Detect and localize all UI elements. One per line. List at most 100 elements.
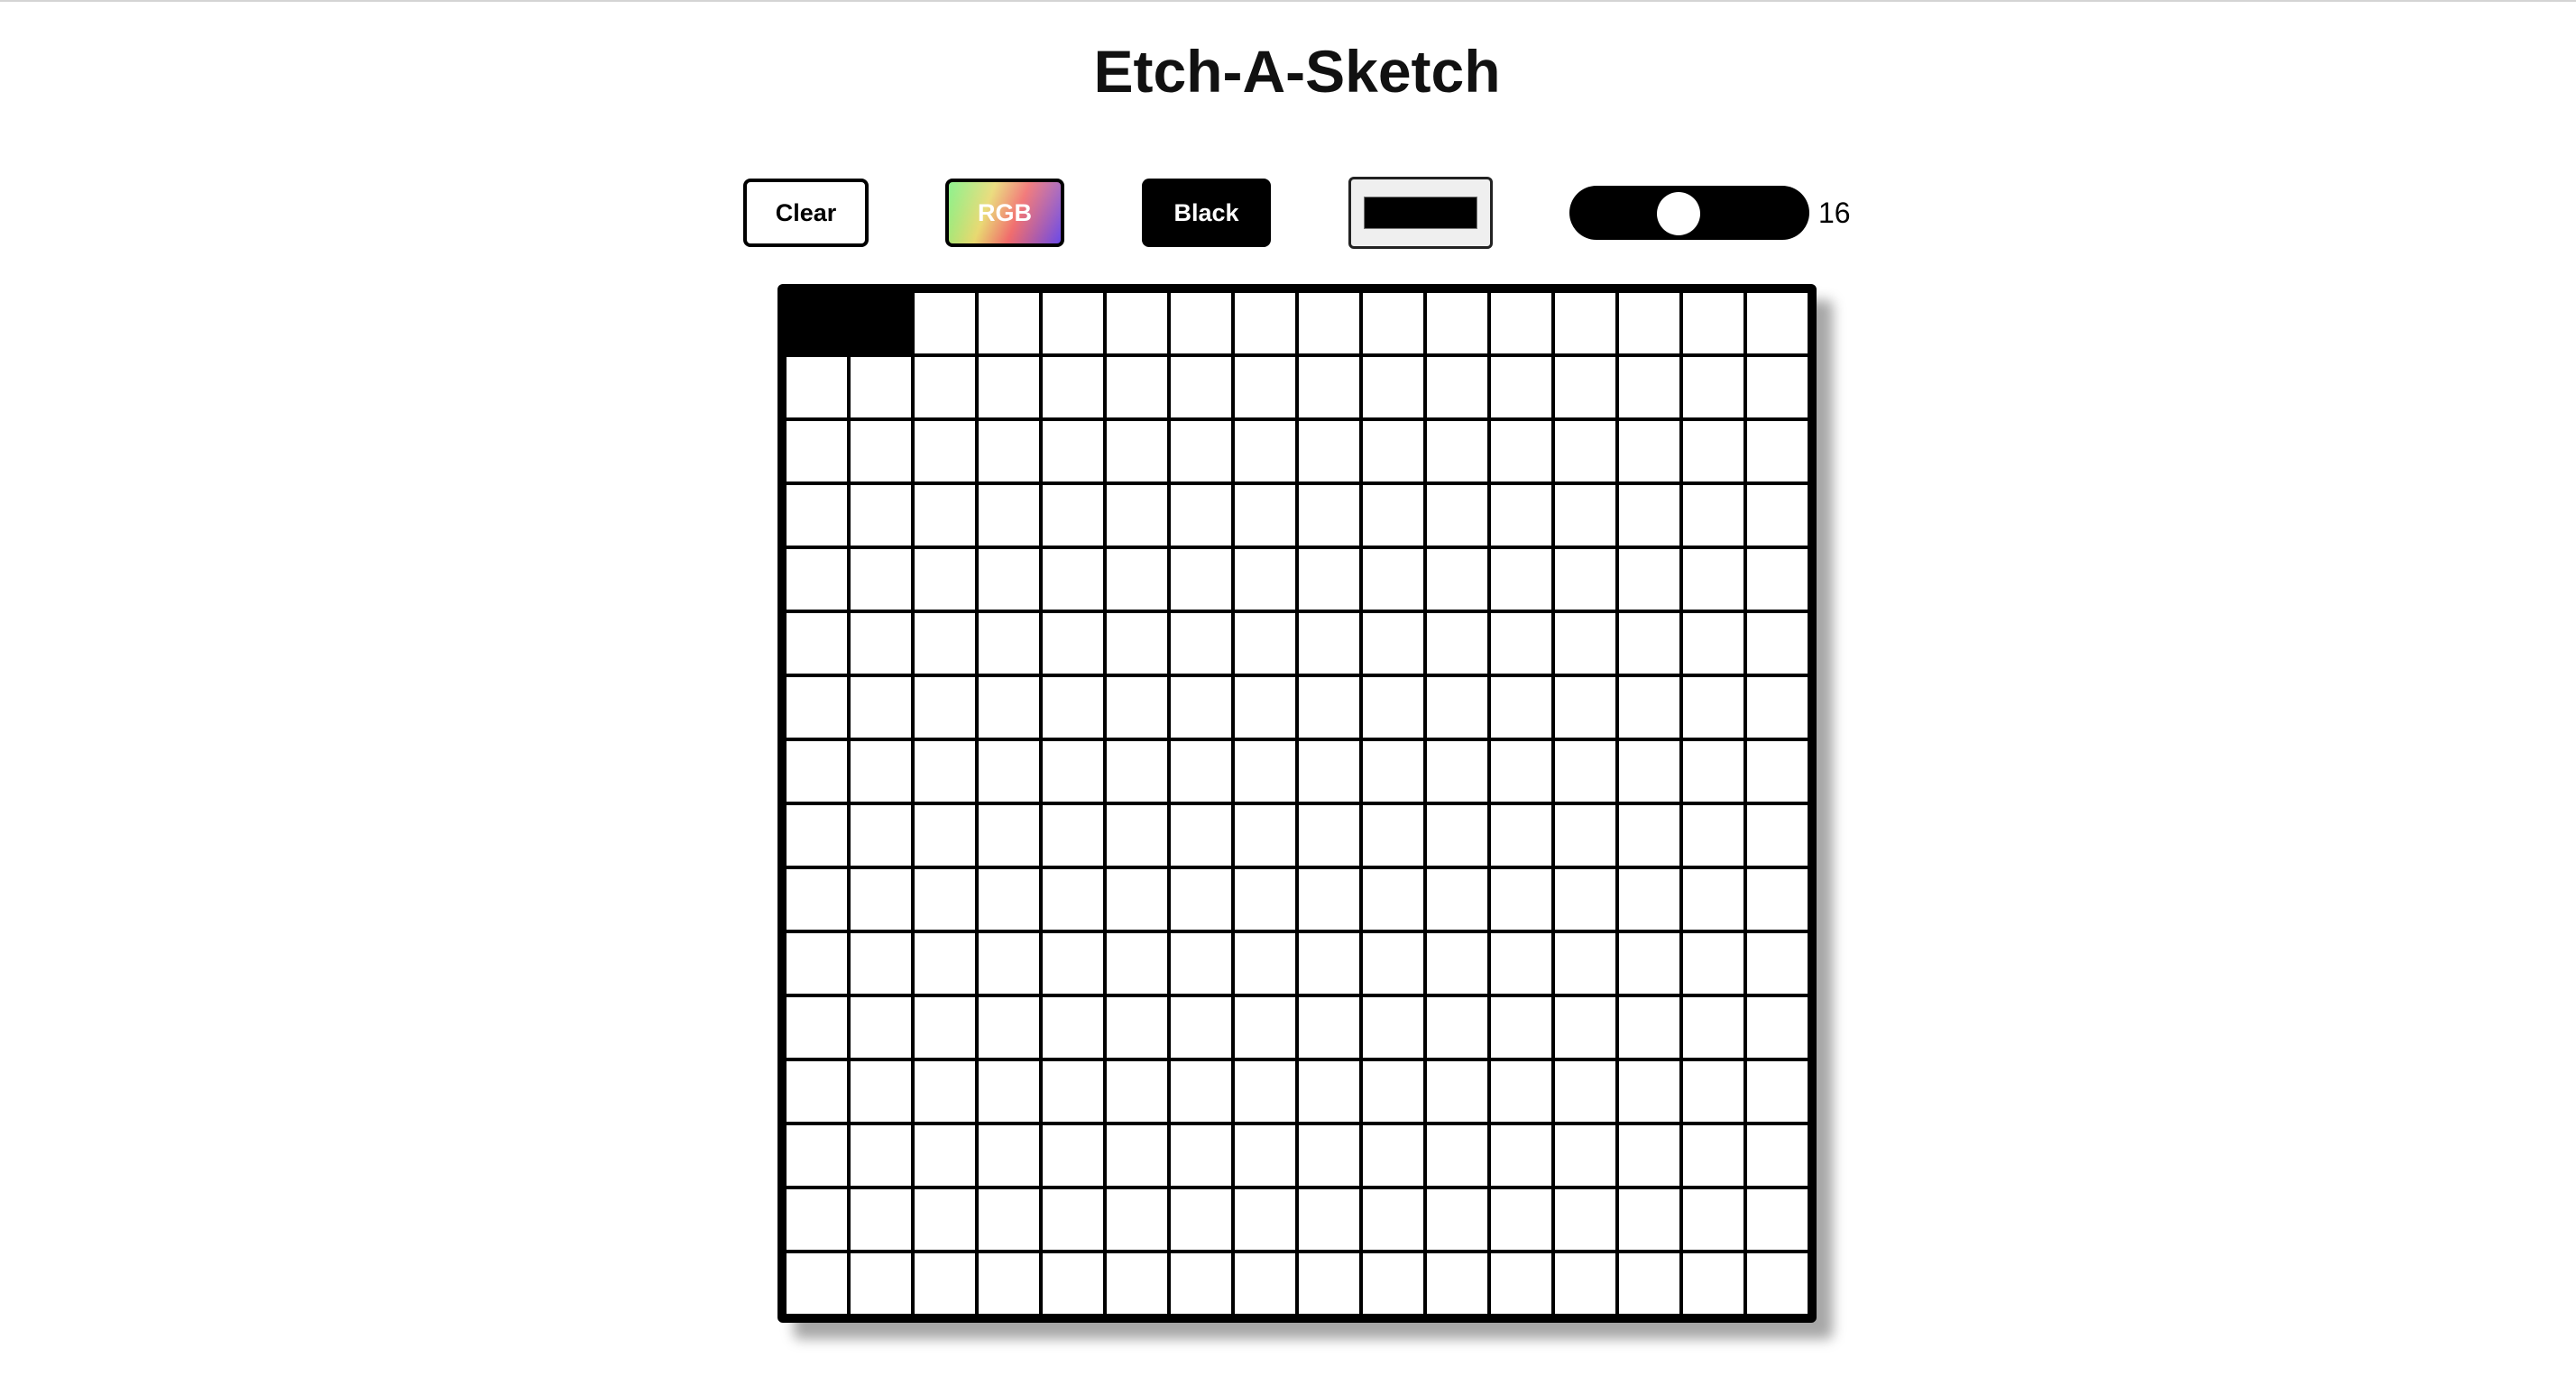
grid-cell[interactable] (1683, 933, 1743, 994)
grid-cell[interactable] (787, 869, 847, 930)
grid-cell[interactable] (915, 997, 975, 1058)
grid-cell[interactable] (1363, 1189, 1423, 1250)
grid-cell[interactable] (1171, 1125, 1231, 1186)
grid-cell[interactable] (787, 1061, 847, 1122)
grid-cell[interactable] (1235, 421, 1295, 481)
grid-cell[interactable] (1107, 1125, 1167, 1186)
grid-cell[interactable] (1555, 677, 1615, 738)
grid-cell[interactable] (1171, 613, 1231, 674)
grid-cell[interactable] (915, 485, 975, 546)
grid-cell[interactable] (915, 421, 975, 481)
grid-cell[interactable] (915, 933, 975, 994)
grid-cell[interactable] (1747, 421, 1808, 481)
grid-cell[interactable] (851, 1189, 911, 1250)
grid-cell[interactable] (1427, 1189, 1487, 1250)
slider-knob[interactable] (1656, 192, 1700, 235)
clear-button[interactable]: Clear (743, 179, 869, 247)
grid-cell[interactable] (1363, 613, 1423, 674)
grid-cell[interactable] (979, 357, 1039, 417)
grid-cell[interactable] (1043, 293, 1103, 353)
grid-cell[interactable] (1299, 1125, 1359, 1186)
grid-cell[interactable] (1427, 677, 1487, 738)
grid-cell[interactable] (1683, 1189, 1743, 1250)
grid-cell[interactable] (1427, 613, 1487, 674)
grid-cell[interactable] (1555, 549, 1615, 610)
grid-cell[interactable] (1235, 933, 1295, 994)
grid-cell[interactable] (1747, 1125, 1808, 1186)
grid-cell[interactable] (1363, 997, 1423, 1058)
grid-cell[interactable] (1619, 869, 1679, 930)
grid-cell[interactable] (1619, 357, 1679, 417)
grid-cell[interactable] (1107, 293, 1167, 353)
grid-cell[interactable] (1491, 549, 1551, 610)
grid-cell[interactable] (979, 613, 1039, 674)
grid-cell[interactable] (1363, 933, 1423, 994)
grid-cell[interactable] (1235, 293, 1295, 353)
grid-cell[interactable] (1235, 677, 1295, 738)
grid-cell[interactable] (1363, 741, 1423, 802)
grid-cell[interactable] (1235, 613, 1295, 674)
grid-cell[interactable] (1107, 741, 1167, 802)
grid-cell[interactable] (1491, 1253, 1551, 1314)
grid-cell[interactable] (1747, 549, 1808, 610)
grid-cell[interactable] (1491, 293, 1551, 353)
grid-cell[interactable] (1619, 485, 1679, 546)
grid-cell[interactable] (1299, 1061, 1359, 1122)
grid-cell[interactable] (1043, 805, 1103, 866)
grid-cell[interactable] (1555, 357, 1615, 417)
grid-cell[interactable] (1427, 357, 1487, 417)
grid-cell[interactable] (915, 677, 975, 738)
grid-cell[interactable] (979, 421, 1039, 481)
grid-cell[interactable] (1299, 677, 1359, 738)
grid-cell[interactable] (787, 1125, 847, 1186)
grid-cell[interactable] (1427, 805, 1487, 866)
grid-cell[interactable] (1747, 677, 1808, 738)
grid-cell[interactable] (1107, 1061, 1167, 1122)
grid-cell[interactable] (1491, 357, 1551, 417)
grid-cell[interactable] (1043, 933, 1103, 994)
grid-cell[interactable] (1107, 613, 1167, 674)
grid-cell[interactable] (1043, 613, 1103, 674)
grid-cell[interactable] (1491, 421, 1551, 481)
grid-cell[interactable] (1555, 613, 1615, 674)
grid-cell[interactable] (915, 1125, 975, 1186)
grid-cell[interactable] (1107, 805, 1167, 866)
grid-cell[interactable] (1363, 1061, 1423, 1122)
grid-cell[interactable] (1171, 1061, 1231, 1122)
grid-cell[interactable] (1619, 293, 1679, 353)
grid-cell[interactable] (851, 997, 911, 1058)
grid-cell[interactable] (1683, 421, 1743, 481)
grid-cell[interactable] (979, 933, 1039, 994)
grid-cell[interactable] (851, 293, 911, 353)
grid-cell[interactable] (915, 805, 975, 866)
grid-cell[interactable] (1107, 549, 1167, 610)
grid-cell[interactable] (1363, 549, 1423, 610)
grid-cell[interactable] (1043, 421, 1103, 481)
grid-cell[interactable] (1491, 1061, 1551, 1122)
grid-cell[interactable] (1171, 357, 1231, 417)
grid-cell[interactable] (1043, 677, 1103, 738)
grid-cell[interactable] (1427, 1125, 1487, 1186)
grid-cell[interactable] (1491, 1189, 1551, 1250)
grid-cell[interactable] (1427, 997, 1487, 1058)
grid-cell[interactable] (1235, 1189, 1295, 1250)
grid-cell[interactable] (1235, 869, 1295, 930)
grid-cell[interactable] (1747, 869, 1808, 930)
grid-cell[interactable] (1683, 741, 1743, 802)
grid-cell[interactable] (1619, 1253, 1679, 1314)
grid-cell[interactable] (915, 293, 975, 353)
grid-cell[interactable] (1747, 357, 1808, 417)
grid-cell[interactable] (915, 741, 975, 802)
grid-cell[interactable] (787, 549, 847, 610)
grid-cell[interactable] (1619, 549, 1679, 610)
grid-cell[interactable] (1043, 1189, 1103, 1250)
grid-cell[interactable] (1235, 1061, 1295, 1122)
grid-cell[interactable] (1491, 997, 1551, 1058)
grid-cell[interactable] (1299, 357, 1359, 417)
grid-cell[interactable] (1427, 869, 1487, 930)
grid-cell[interactable] (851, 485, 911, 546)
grid-cell[interactable] (915, 1253, 975, 1314)
grid-cell[interactable] (851, 1253, 911, 1314)
grid-cell[interactable] (1171, 677, 1231, 738)
grid-cell[interactable] (1427, 421, 1487, 481)
